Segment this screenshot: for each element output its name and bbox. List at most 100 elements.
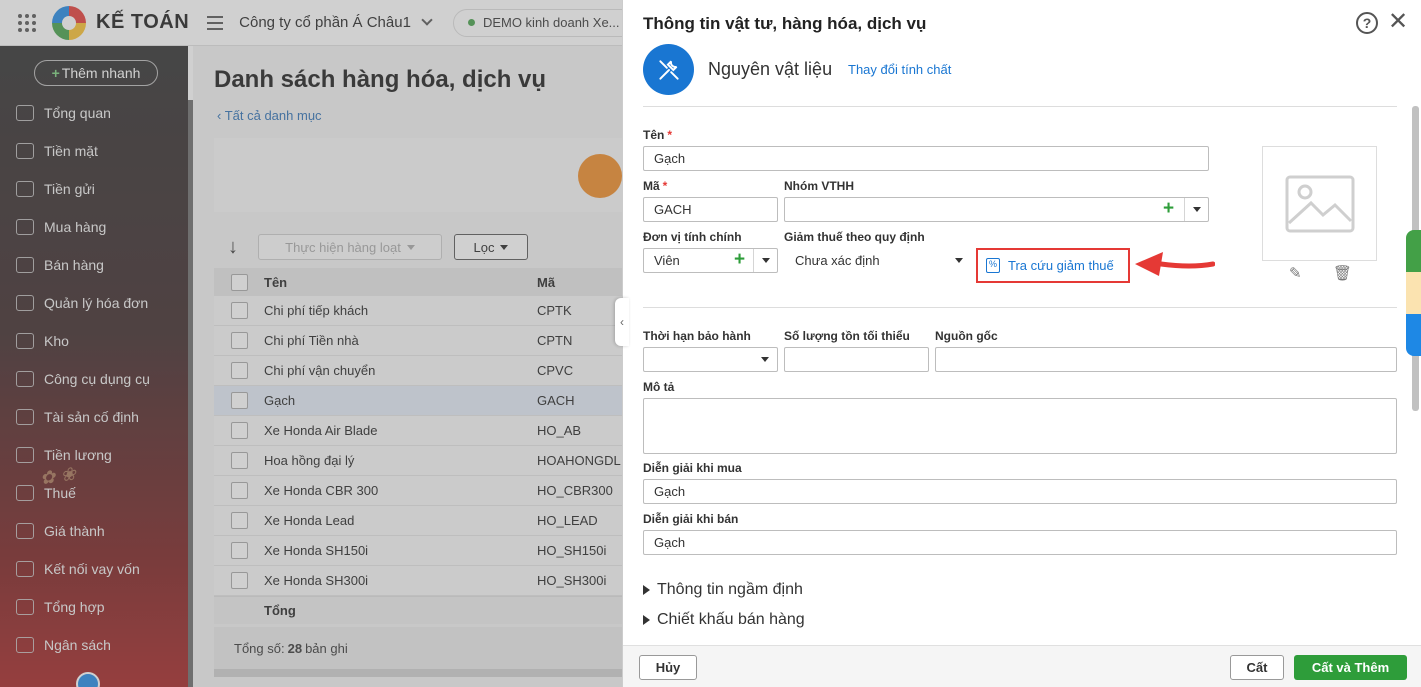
sell-description-value: Gạch — [654, 535, 686, 550]
side-quick-tabs[interactable] — [1406, 230, 1421, 356]
collapse-panel-toggle[interactable]: ‹ — [615, 298, 629, 346]
add-unit-plus-icon[interactable]: + — [734, 250, 745, 270]
caret-right-icon — [643, 585, 650, 595]
unit-select[interactable]: Viên + — [643, 248, 778, 273]
save-and-add-button[interactable]: Cất và Thêm — [1294, 655, 1407, 680]
sidebar-item[interactable]: Giá thành — [0, 512, 188, 550]
tax-lookup-link[interactable]: % Tra cứu giảm thuế — [976, 248, 1130, 283]
sort-down-icon[interactable]: ↓ — [228, 237, 244, 257]
unit-dropdown-icon[interactable] — [753, 249, 777, 272]
tax-reduce-dropdown-icon[interactable] — [947, 249, 971, 272]
menu-icon[interactable] — [207, 15, 224, 30]
buy-description-field[interactable]: Gạch — [643, 479, 1397, 504]
sidebar-item-label: Tiền lương — [44, 447, 112, 463]
quick-add-button[interactable]: + Thêm nhanh — [34, 60, 158, 86]
warranty-dropdown-icon[interactable] — [753, 348, 777, 371]
table-row[interactable]: Chi phí Tiền nhà CPTN — [214, 326, 622, 356]
table-row[interactable]: Xe Honda SH150i HO_SH150i — [214, 536, 622, 566]
row-checkbox[interactable] — [230, 422, 248, 439]
sidebar-item[interactable]: Tổng quan — [0, 94, 188, 132]
sidebar-item[interactable]: Mua hàng — [0, 208, 188, 246]
sidebar-item[interactable]: Tiền lương — [0, 436, 188, 474]
close-icon[interactable]: ✕ — [1388, 10, 1408, 34]
back-link[interactable]: ‹ Tất cả danh mục — [217, 108, 322, 123]
filter-button[interactable]: Lọc — [454, 234, 528, 260]
section-default-info-label: Thông tin ngầm định — [657, 581, 803, 598]
sidebar-item-label: Tiền mặt — [44, 143, 98, 159]
sidebar-item-label: Quản lý hóa đơn — [44, 295, 149, 311]
sidebar-item[interactable]: Kho — [0, 322, 188, 360]
tax-icon — [16, 485, 34, 501]
sidebar-item[interactable]: Tài sản cố định — [0, 398, 188, 436]
row-code: HO_LEAD — [537, 513, 598, 528]
bulk-action-button[interactable]: Thực hiện hàng loạt — [258, 234, 442, 260]
row-checkbox[interactable] — [230, 452, 248, 469]
row-checkbox[interactable] — [230, 542, 248, 559]
sidebar-item[interactable]: Công cụ dụng cụ — [0, 360, 188, 398]
chevron-left-icon: ‹ — [620, 315, 624, 329]
row-checkbox[interactable] — [230, 482, 248, 499]
table-row[interactable]: Xe Honda CBR 300 HO_CBR300 — [214, 476, 622, 506]
description-textarea[interactable] — [643, 398, 1397, 454]
tax-reduce-select[interactable]: Chưa xác định — [784, 248, 970, 273]
tools-icon — [643, 44, 694, 95]
sidebar-item-label: Tài sản cố định — [44, 409, 139, 425]
side-tab-blue[interactable] — [1406, 314, 1421, 356]
save-button[interactable]: Cất — [1230, 655, 1284, 680]
cancel-button[interactable]: Hủy — [639, 655, 697, 680]
section-sales-discount[interactable]: Chiết khấu bán hàng — [643, 611, 805, 629]
column-code-header[interactable]: Mã — [537, 275, 622, 290]
group-dropdown-icon[interactable] — [1184, 198, 1208, 221]
sidebar-item[interactable]: Tiền mặt — [0, 132, 188, 170]
section-default-info[interactable]: Thông tin ngầm định — [643, 581, 803, 599]
sidebar-item-label: Tổng quan — [44, 105, 111, 121]
row-checkbox[interactable] — [230, 512, 248, 529]
sidebar-item[interactable]: Kết nối vay vốn — [0, 550, 188, 588]
table-row[interactable]: Xe Honda SH300i HO_SH300i — [214, 566, 622, 596]
caret-down-icon — [500, 244, 509, 250]
table-row[interactable]: Chi phí vận chuyển CPVC — [214, 356, 622, 386]
code-field[interactable]: GACH — [643, 197, 778, 222]
table-row[interactable]: Xe Honda Lead HO_LEAD — [214, 506, 622, 536]
table-row[interactable]: Hoa hồng đại lý HOAHONGDL — [214, 446, 622, 476]
item-image-placeholder[interactable] — [1262, 146, 1377, 261]
sidebar-item[interactable]: Quản lý hóa đơn — [0, 284, 188, 322]
side-tab-green[interactable] — [1406, 230, 1421, 272]
name-field[interactable]: Gạch — [643, 146, 1209, 171]
company-selector[interactable]: Công ty cổ phần Á Châu1 — [239, 14, 433, 31]
row-checkbox[interactable] — [230, 572, 248, 589]
warranty-select[interactable] — [643, 347, 778, 372]
salary-icon — [16, 447, 34, 463]
sidebar-item[interactable]: Tổng hợp — [0, 588, 188, 626]
add-group-plus-icon[interactable]: + — [1163, 199, 1174, 219]
row-code: GACH — [537, 393, 575, 408]
min-stock-field[interactable] — [784, 347, 929, 372]
scroll-up-button[interactable] — [76, 672, 100, 687]
row-checkbox[interactable] — [230, 332, 248, 349]
horizontal-scrollbar[interactable] — [214, 669, 622, 677]
row-code: HO_CBR300 — [537, 483, 613, 498]
sell-description-field[interactable]: Gạch — [643, 530, 1397, 555]
demo-database-selector[interactable]: DEMO kinh doanh Xe... — [452, 8, 635, 37]
sidebar-item[interactable]: Bán hàng — [0, 246, 188, 284]
change-type-link[interactable]: Thay đổi tính chất — [848, 62, 951, 77]
code-value: GACH — [654, 202, 692, 217]
edit-image-icon[interactable]: ✎ — [1289, 264, 1302, 282]
table-row[interactable]: Xe Honda Air Blade HO_AB — [214, 416, 622, 446]
side-tab-collapse[interactable] — [1406, 272, 1421, 314]
delete-image-icon[interactable]: 🗑 — [1333, 264, 1352, 282]
sidebar-item[interactable]: Ngân sách — [0, 626, 188, 664]
select-all-checkbox[interactable] — [230, 273, 248, 291]
help-icon[interactable]: ? — [1356, 12, 1378, 34]
table-row[interactable]: Gạch GACH — [214, 386, 622, 416]
row-checkbox[interactable] — [230, 392, 248, 409]
sidebar-item[interactable]: Tiền gửi — [0, 170, 188, 208]
column-name-header[interactable]: Tên — [264, 275, 537, 290]
origin-field[interactable] — [935, 347, 1397, 372]
table-row[interactable]: Chi phí tiếp khách CPTK — [214, 296, 622, 326]
row-checkbox[interactable] — [230, 362, 248, 379]
row-checkbox[interactable] — [230, 302, 248, 319]
group-select[interactable]: + — [784, 197, 1209, 222]
apps-grid-icon[interactable] — [18, 13, 36, 32]
sidebar-item[interactable]: Thuế — [0, 474, 188, 512]
